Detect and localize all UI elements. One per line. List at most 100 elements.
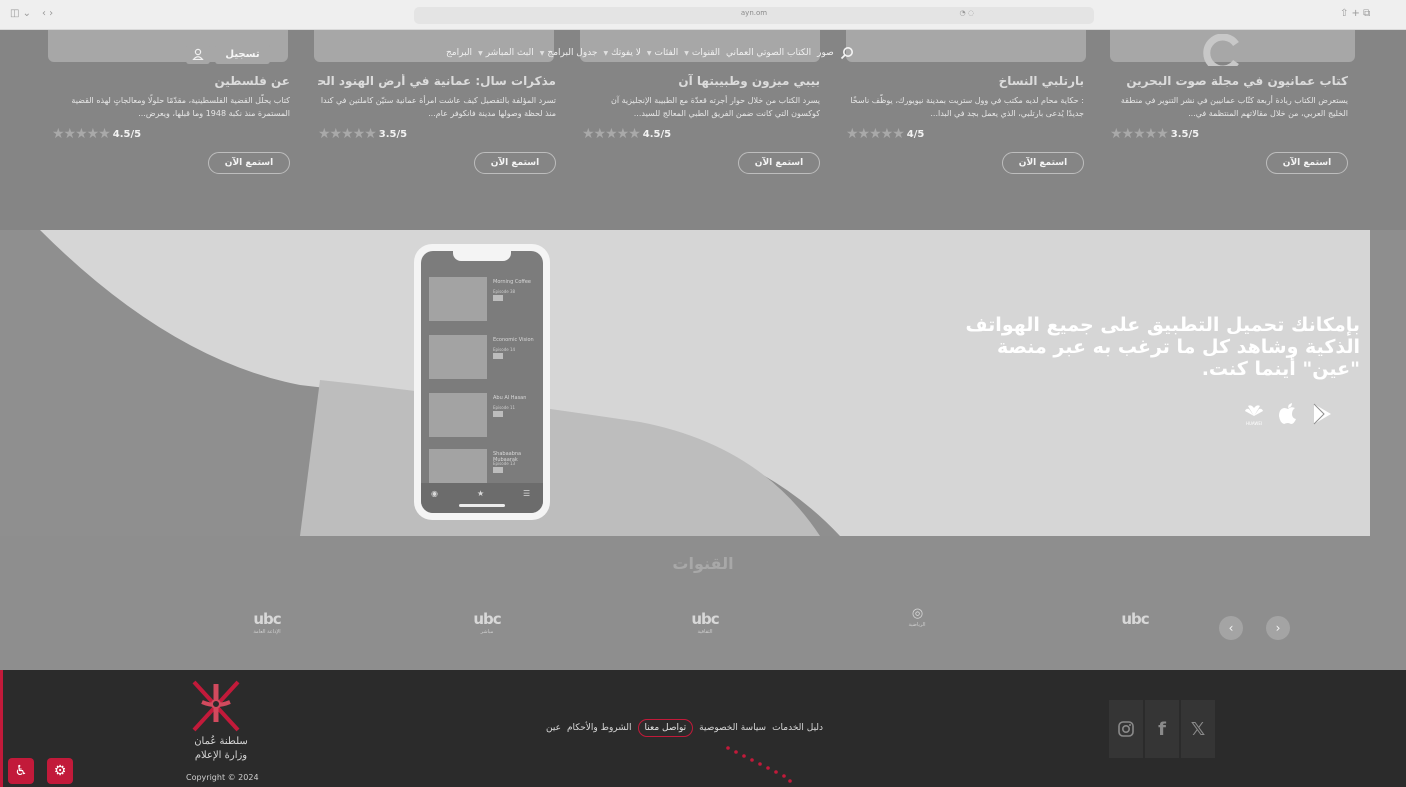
register-button[interactable]: تسجيل bbox=[215, 44, 270, 64]
rating-stars-icon: ★★★★★ bbox=[318, 126, 377, 142]
nav-item-schedule[interactable]: جدول البرامج ▼ bbox=[540, 48, 598, 58]
nav-item-audiobook[interactable]: الكتاب الصوتي العماني bbox=[726, 48, 811, 58]
window-actions[interactable]: ⇧ + ⧉ bbox=[1340, 8, 1370, 19]
book-title[interactable]: بيبي ميزون وطبيبتها آن bbox=[582, 74, 820, 88]
channel-logo[interactable]: ubc مباشر bbox=[462, 610, 512, 635]
chevron-down-icon: ▼ bbox=[646, 49, 652, 57]
chevron-down-icon: ▼ bbox=[539, 49, 545, 57]
nav-item-dont-miss[interactable]: لا يفوتك ▼ bbox=[603, 48, 640, 58]
rating-stars-icon: ★★★★★ bbox=[582, 126, 641, 142]
browser-chrome: ◫ ⌄ ‹ › ayn.om ◔ ◌ ⇧ + ⧉ bbox=[0, 0, 1406, 30]
book-description: تسرد المؤلفة بالتفصيل كيف عاشت امرأة عما… bbox=[320, 96, 556, 118]
channel-logo[interactable]: ubc الثقافية bbox=[680, 610, 730, 635]
huawei-icon[interactable]: HUAWEI bbox=[1244, 402, 1264, 426]
oman-crest-icon bbox=[192, 680, 240, 732]
url-text: ayn.om bbox=[740, 9, 768, 17]
phone-home-tab-icon: ◉ bbox=[431, 489, 438, 498]
phone-tabbar: ◉ ★ ☰ bbox=[421, 483, 543, 513]
carousel-next-button[interactable]: › bbox=[1266, 616, 1290, 640]
footer-link-services[interactable]: دليل الخدمات bbox=[772, 723, 823, 737]
listen-now-button[interactable]: استمع الآن bbox=[1002, 152, 1084, 174]
apple-icon[interactable] bbox=[1278, 403, 1298, 425]
listen-now-button[interactable]: استمع الآن bbox=[474, 152, 556, 174]
phone-list-item: Abu Al Hasan Episode 11 bbox=[429, 393, 537, 437]
card-thumbnail[interactable] bbox=[846, 30, 1086, 62]
sidebar-toggle[interactable]: ◫ ⌄ bbox=[10, 8, 31, 19]
book-rating: ★★★★★ 4.5/5 bbox=[582, 126, 820, 142]
rating-stars-icon: ★★★★★ bbox=[846, 126, 905, 142]
reader-icon: ◔ ◌ bbox=[959, 9, 974, 17]
facebook-icon[interactable]: f bbox=[1145, 700, 1179, 758]
book-title[interactable]: مذكرات سال: عمانية في أرض الهنود الحمر bbox=[318, 74, 556, 88]
nav-item-channels[interactable]: القنوات ▼ bbox=[684, 48, 720, 58]
chevron-down-icon: ▼ bbox=[684, 49, 689, 57]
footer: سلطنة عُمان وزارة الإعلام Copyright © 20… bbox=[0, 670, 1406, 787]
book-description: كتاب يحلّل القضية الفلسطينية، مقدّمًا حل… bbox=[71, 96, 290, 118]
copyright: Copyright © 2024 bbox=[186, 773, 259, 782]
book-title[interactable]: عن فلسطين bbox=[52, 74, 290, 88]
back-forward-buttons[interactable]: ‹ › bbox=[42, 8, 53, 19]
channel-logo[interactable]: ubc bbox=[1110, 610, 1160, 629]
carousel-prev-button[interactable]: ‹ bbox=[1219, 616, 1243, 640]
x-icon[interactable]: 𝕏 bbox=[1181, 700, 1215, 758]
address-bar[interactable]: ayn.om ◔ ◌ bbox=[414, 7, 1094, 24]
channels-section: القنوات ‹ › ubc ◎ الرياضية ubc الثقافية ub… bbox=[0, 536, 1406, 670]
book-card[interactable]: بيبي ميزون وطبيبتها آن يسرد الكتاب من خل… bbox=[582, 74, 820, 174]
book-rating: ★★★★★ 4/5 bbox=[846, 126, 1084, 142]
user-button[interactable] bbox=[186, 44, 210, 64]
chevron-down-icon: ▼ bbox=[603, 49, 609, 57]
book-description: : حكاية محام لديه مكتب في وول ستريت بمدي… bbox=[850, 96, 1084, 118]
book-title[interactable]: كتاب عمانيون في مجلة صوت البحرين bbox=[1110, 74, 1348, 88]
nav-item-programs[interactable]: البرامج bbox=[446, 48, 472, 58]
channel-logo[interactable]: ◎ الرياضية bbox=[892, 606, 942, 628]
book-rating: ★★★★★ 3.5/5 bbox=[1110, 126, 1348, 142]
book-card[interactable]: بارتلبي النساخ : حكاية محام لديه مكتب في… bbox=[846, 74, 1084, 174]
card-thumbnail[interactable] bbox=[1110, 30, 1355, 66]
social-links: f 𝕏 bbox=[1109, 700, 1215, 758]
nav-item-categories[interactable]: الفئات ▼ bbox=[647, 48, 678, 58]
rating-score: 3.5/5 bbox=[378, 128, 408, 140]
channel-logo[interactable]: ubc الإذاعة العامة bbox=[242, 610, 292, 635]
rating-score: 3.5/5 bbox=[1170, 128, 1200, 140]
phone-mockup: Morning Coffee Episode 38 Economic Vision… bbox=[414, 244, 550, 520]
rating-score: 4/5 bbox=[906, 128, 925, 140]
app-promo: Morning Coffee Episode 38 Economic Vision… bbox=[0, 230, 1406, 536]
gov-line-ministry: وزارة الإعلام bbox=[194, 750, 248, 761]
nav-item-live[interactable]: البث المباشر ▼ bbox=[478, 48, 534, 58]
instagram-icon[interactable] bbox=[1109, 700, 1143, 758]
google-play-icon[interactable] bbox=[1312, 403, 1332, 425]
store-badges: HUAWEI bbox=[1244, 402, 1332, 426]
phone-list-item: Economic Vision Episode 14 bbox=[429, 335, 537, 379]
listen-now-button[interactable]: استمع الآن bbox=[738, 152, 820, 174]
phone-home-indicator bbox=[459, 504, 505, 507]
footer-link-contact[interactable]: تواصل معنا bbox=[637, 719, 694, 737]
footer-link-terms[interactable]: الشروط والأحكام bbox=[567, 723, 632, 737]
accessibility-icon[interactable]: ♿ bbox=[8, 758, 34, 784]
search-icon[interactable] bbox=[840, 46, 854, 60]
page: كتاب عمانيون في مجلة صوت البحرين يستعرض … bbox=[0, 30, 1406, 787]
promo-background bbox=[0, 230, 1370, 536]
listen-now-button[interactable]: استمع الآن bbox=[1266, 152, 1348, 174]
rating-score: 4.5/5 bbox=[642, 128, 672, 140]
footer-links: عين الشروط والأحكام تواصل معنا سياسة الخ… bbox=[546, 719, 823, 737]
book-card[interactable]: مذكرات سال: عمانية في أرض الهنود الحمر ت… bbox=[318, 74, 556, 174]
book-description: يسرد الكتاب من خلال حوار أجرته قعدّة مع … bbox=[610, 96, 820, 118]
pointer-trail bbox=[726, 746, 792, 783]
rating-score: 4.5/5 bbox=[112, 128, 142, 140]
settings-icon[interactable]: ⚙ bbox=[47, 758, 73, 784]
logo-watermark-icon bbox=[1203, 34, 1239, 66]
phone-list-item: Morning Coffee Episode 38 bbox=[429, 277, 537, 321]
accent-bar bbox=[0, 670, 3, 787]
book-card[interactable]: عن فلسطين كتاب يحلّل القضية الفلسطينية، … bbox=[52, 74, 290, 174]
book-card[interactable]: كتاب عمانيون في مجلة صوت البحرين يستعرض … bbox=[1110, 74, 1348, 174]
listen-now-button[interactable]: استمع الآن bbox=[208, 152, 290, 174]
book-description: يستعرض الكتاب ريادة أربعة كتّاب عمانيين … bbox=[1120, 96, 1348, 118]
footer-link-ayn[interactable]: عين bbox=[546, 723, 561, 737]
nav-item-photos[interactable]: صور bbox=[817, 48, 834, 58]
channels-title: القنوات bbox=[672, 554, 734, 573]
promo-heading: بإمكانك تحميل التطبيق على جميع الهواتف ا… bbox=[965, 314, 1360, 380]
footer-link-privacy[interactable]: سياسة الخصوصية bbox=[699, 723, 766, 737]
phone-screen: Morning Coffee Episode 38 Economic Vision… bbox=[421, 251, 543, 513]
book-title[interactable]: بارتلبي النساخ bbox=[846, 74, 1084, 88]
phone-star-tab-icon: ★ bbox=[477, 489, 485, 498]
